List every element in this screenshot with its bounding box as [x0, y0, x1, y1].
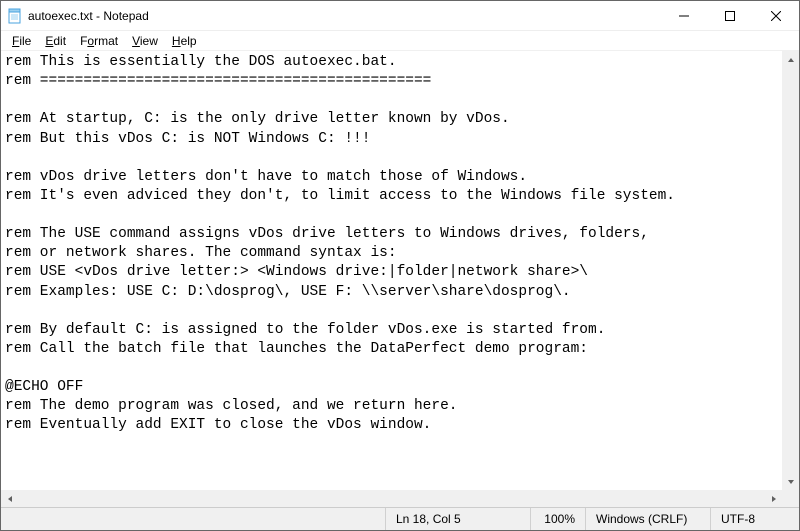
status-zoom[interactable]: 100% [531, 508, 586, 530]
scroll-right-button[interactable] [765, 490, 782, 507]
menu-help[interactable]: Help [165, 32, 204, 50]
menu-file[interactable]: File [5, 32, 38, 50]
menu-view[interactable]: View [125, 32, 165, 50]
menu-format[interactable]: Format [73, 32, 125, 50]
text-editor[interactable]: rem This is essentially the DOS autoexec… [1, 51, 782, 490]
scroll-down-button[interactable] [782, 473, 799, 490]
menubar: File Edit Format View Help [1, 31, 799, 51]
client-area: rem This is essentially the DOS autoexec… [1, 51, 799, 507]
window-title: autoexec.txt - Notepad [28, 9, 661, 23]
titlebar: autoexec.txt - Notepad [1, 1, 799, 31]
status-line-ending: Windows (CRLF) [586, 508, 711, 530]
statusbar-spacer [1, 508, 386, 530]
notepad-icon [7, 8, 23, 24]
status-cursor-position: Ln 18, Col 5 [386, 508, 531, 530]
minimize-button[interactable] [661, 1, 707, 30]
maximize-button[interactable] [707, 1, 753, 30]
window-controls [661, 1, 799, 30]
scroll-left-button[interactable] [1, 490, 18, 507]
status-encoding: UTF-8 [711, 508, 799, 530]
close-button[interactable] [753, 1, 799, 30]
vertical-scroll-track[interactable] [782, 68, 799, 473]
menu-edit[interactable]: Edit [38, 32, 73, 50]
scroll-up-button[interactable] [782, 51, 799, 68]
statusbar: Ln 18, Col 5 100% Windows (CRLF) UTF-8 [1, 507, 799, 530]
vertical-scrollbar[interactable] [782, 51, 799, 490]
horizontal-scroll-track[interactable] [18, 490, 765, 507]
horizontal-scrollbar[interactable] [1, 490, 782, 507]
scroll-corner [782, 490, 799, 507]
